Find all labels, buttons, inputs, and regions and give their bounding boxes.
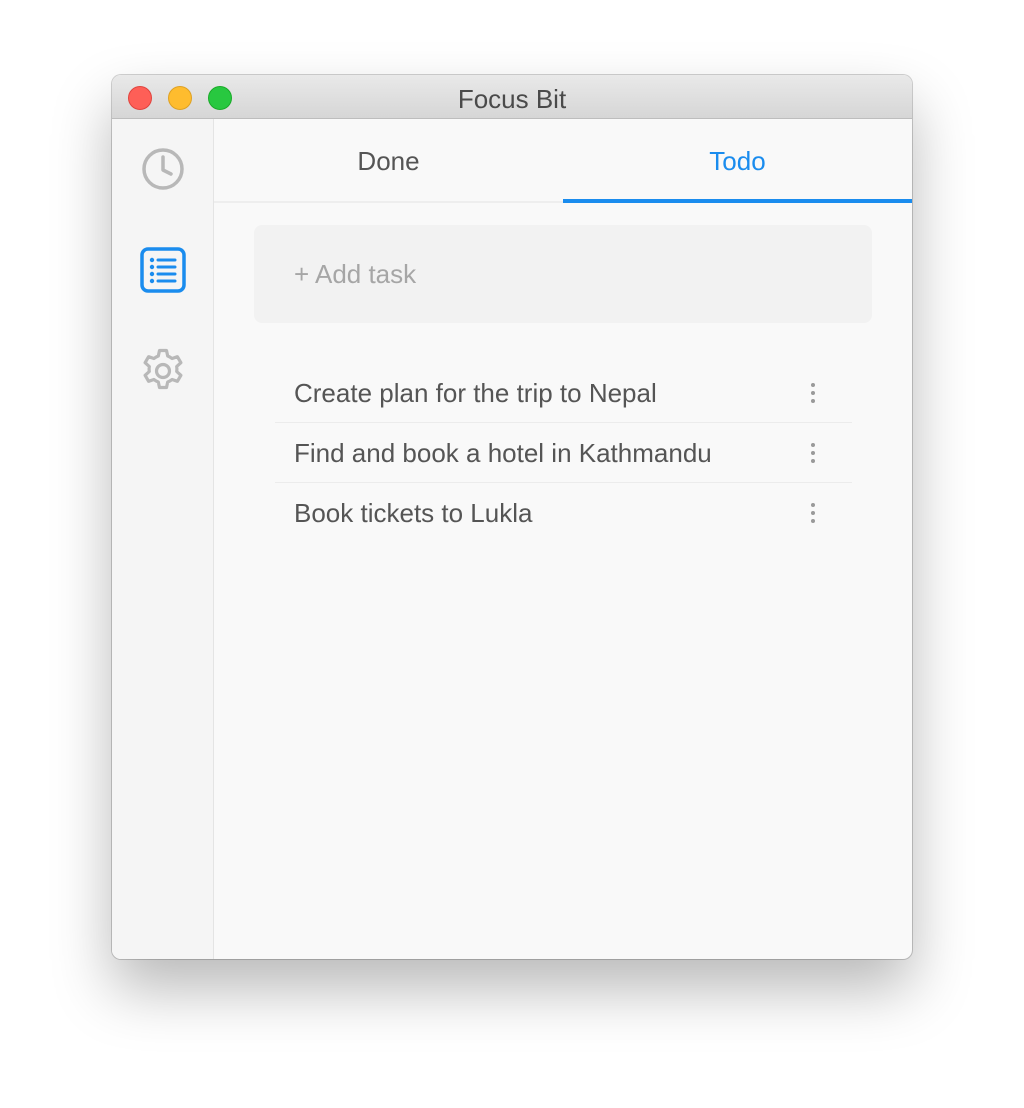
task-text: Create plan for the trip to Nepal [294, 378, 657, 408]
task-text: Book tickets to Lukla [294, 498, 533, 528]
task-text: Find and book a hotel in Kathmandu [294, 438, 712, 468]
active-tab-indicator [563, 199, 912, 203]
tab-done[interactable]: Done [214, 119, 563, 203]
task-row[interactable]: Find and book a hotel in Kathmandu [275, 423, 852, 483]
window-title: Focus Bit [457, 84, 567, 114]
tab-bar: Done Todo [214, 119, 912, 203]
tab-todo[interactable]: Todo [563, 119, 912, 203]
sidebar [112, 119, 214, 959]
app-window: Focus Bit Done Todo Create pla [112, 75, 912, 959]
task-list: Create plan for the trip to Nepal Find a… [275, 363, 852, 543]
task-row[interactable]: Book tickets to Lukla [275, 483, 852, 543]
more-options-icon[interactable] [803, 439, 823, 467]
gear-icon[interactable] [138, 346, 188, 396]
clock-icon[interactable] [138, 144, 188, 194]
add-task-input[interactable] [254, 225, 872, 323]
task-row[interactable]: Create plan for the trip to Nepal [275, 363, 852, 423]
more-options-icon[interactable] [803, 379, 823, 407]
list-icon[interactable] [138, 245, 188, 295]
more-options-icon[interactable] [803, 499, 823, 527]
title-bar[interactable]: Focus Bit [112, 75, 912, 119]
